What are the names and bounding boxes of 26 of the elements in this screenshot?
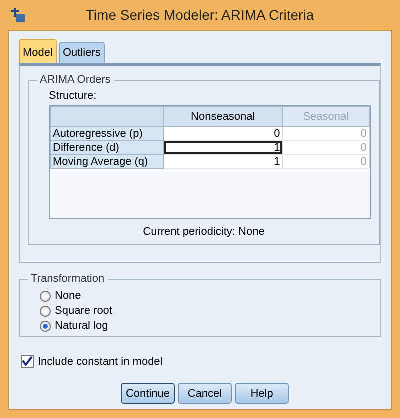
group-title: ARIMA Orders [39, 74, 112, 86]
row-header: Moving Average (q) [50, 154, 164, 168]
radio-button[interactable] [40, 306, 51, 316]
group-title: Transformation [30, 273, 106, 285]
dialog-button[interactable]: Cancel [178, 383, 232, 404]
row-header: Autoregressive (p) [50, 126, 164, 140]
radio-label: None [55, 290, 82, 302]
tab[interactable]: Model [19, 39, 57, 63]
tab[interactable]: Outliers [58, 42, 105, 63]
table-cell[interactable]: 1 [164, 154, 283, 168]
radio-button[interactable] [40, 290, 51, 302]
table-cell[interactable]: 1 [164, 140, 283, 154]
radio-label: Natural log [55, 320, 108, 332]
row-header: Difference (d) [50, 140, 164, 154]
structure-label: Structure: [49, 90, 98, 102]
checkbox-label: Include constant in model [38, 356, 163, 368]
column-header: Seasonal [282, 106, 370, 126]
checkbox[interactable] [21, 355, 34, 368]
dialog-button[interactable]: Help [235, 383, 289, 404]
window-title: Time Series Modeler: ARIMA Criteria [86, 7, 314, 23]
column-header: Nonseasonal [164, 106, 283, 126]
radio-button[interactable] [40, 320, 51, 332]
dialog-button[interactable]: Continue [121, 383, 175, 404]
periodicity-text: Current periodicity: None [142, 226, 266, 238]
app-icon [10, 7, 26, 23]
radio-label: Square root [55, 305, 112, 317]
